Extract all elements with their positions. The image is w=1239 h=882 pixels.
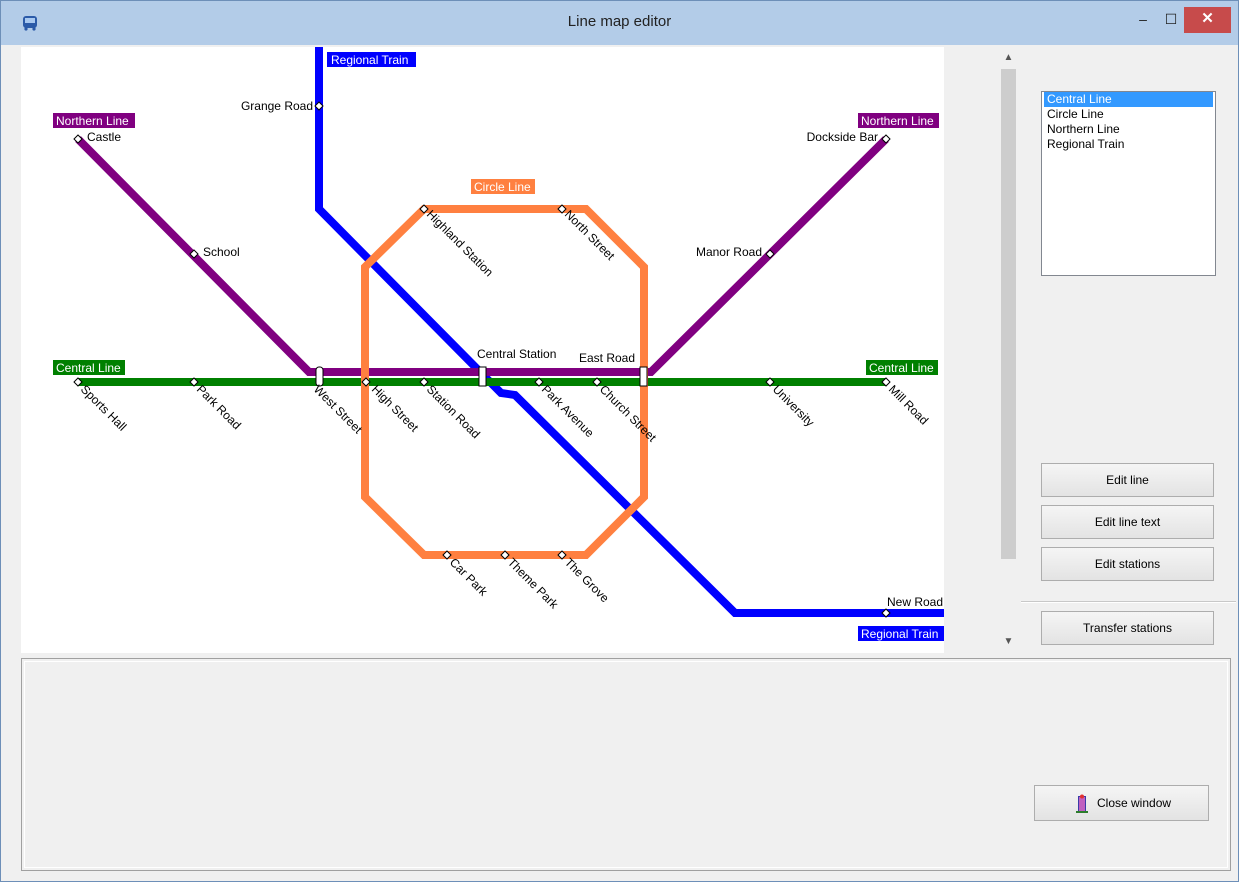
list-item[interactable]: Regional Train bbox=[1044, 137, 1213, 152]
close-window-label: Close window bbox=[1097, 796, 1172, 810]
station-label-castle: Castle bbox=[87, 130, 121, 144]
central-line-label-right: Central Line bbox=[869, 361, 934, 375]
station-label-central-station: Central Station bbox=[477, 347, 556, 361]
regional-train-label-bottom: Regional Train bbox=[861, 627, 938, 641]
regional-train-label-top: Regional Train bbox=[331, 53, 408, 67]
edit-line-button[interactable]: Edit line bbox=[1041, 463, 1214, 497]
station-label-highland-station: Highland Station bbox=[424, 207, 496, 279]
line-map-canvas[interactable]: Regional Train Northern Line Northern Li… bbox=[21, 47, 944, 653]
station-label-west-street: West Street bbox=[311, 382, 366, 437]
station-label-mill-road: Mill Road bbox=[886, 382, 931, 427]
edit-stations-button[interactable]: Edit stations bbox=[1041, 547, 1214, 581]
map-margin bbox=[944, 47, 997, 653]
station-label-new-road: New Road bbox=[887, 595, 943, 609]
northern-line-label-right: Northern Line bbox=[861, 114, 934, 128]
station-label-car-park: Car Park bbox=[447, 555, 491, 599]
close-window-button[interactable]: Close window bbox=[1034, 785, 1209, 821]
minimize-button[interactable]: – bbox=[1129, 7, 1157, 33]
list-item[interactable]: Circle Line bbox=[1044, 107, 1213, 122]
map-vertical-scrollbar[interactable]: ▲ ▼ bbox=[997, 47, 1020, 653]
circle-line-label: Circle Line bbox=[474, 180, 531, 194]
station-label-station-road: Station Road bbox=[424, 382, 483, 441]
list-item[interactable]: Central Line bbox=[1044, 92, 1213, 107]
transfer-station-central[interactable] bbox=[478, 366, 487, 387]
station-label-high-street: High Street bbox=[369, 382, 422, 435]
northern-line-label-left: Northern Line bbox=[56, 114, 129, 128]
scroll-down-icon[interactable]: ▼ bbox=[997, 633, 1020, 651]
station-label-church-street: Church Street bbox=[597, 382, 660, 445]
transfer-stations-button[interactable]: Transfer stations bbox=[1041, 611, 1214, 645]
scroll-up-icon[interactable]: ▲ bbox=[997, 49, 1020, 67]
transfer-station-east-road[interactable] bbox=[639, 366, 648, 387]
lines-listbox[interactable]: Central Line Circle Line Northern Line R… bbox=[1041, 91, 1216, 276]
close-button[interactable]: ✕ bbox=[1184, 7, 1231, 33]
edit-line-text-button[interactable]: Edit line text bbox=[1041, 505, 1214, 539]
bottom-panel-inner bbox=[24, 661, 1228, 868]
station-label-grange-road: Grange Road bbox=[241, 99, 313, 113]
station-label-sports-hall: Sports Hall bbox=[78, 382, 129, 433]
door-exit-icon bbox=[1076, 794, 1088, 813]
title-bar: Line map editor – ☐ ✕ bbox=[1, 1, 1238, 45]
list-item[interactable]: Northern Line bbox=[1044, 122, 1213, 137]
bottom-panel bbox=[21, 658, 1231, 871]
station-label-east-road: East Road bbox=[579, 351, 635, 365]
station-label-university: University bbox=[770, 382, 817, 429]
station-label-park-road: Park Road bbox=[194, 382, 244, 432]
window-title: Line map editor bbox=[567, 13, 672, 30]
station-label-theme-park: Theme Park bbox=[505, 555, 562, 612]
station-label-the-grove: The Grove bbox=[562, 555, 612, 605]
station-label-manor-road: Manor Road bbox=[696, 245, 762, 259]
maximize-button[interactable]: ☐ bbox=[1157, 7, 1185, 33]
right-panel: Central Line Circle Line Northern Line R… bbox=[1021, 47, 1236, 653]
panel-separator bbox=[1021, 601, 1236, 603]
line-map-editor-window: Line map editor – ☐ ✕ Regional Train Nor… bbox=[0, 0, 1239, 882]
central-line-label-left: Central Line bbox=[56, 361, 121, 375]
scroll-thumb[interactable] bbox=[1001, 69, 1016, 559]
station-label-dockside-bar: Dockside Bar bbox=[807, 130, 878, 144]
station-label-school: School bbox=[203, 245, 240, 259]
line-map-svg[interactable]: Regional Train Northern Line Northern Li… bbox=[21, 47, 944, 653]
